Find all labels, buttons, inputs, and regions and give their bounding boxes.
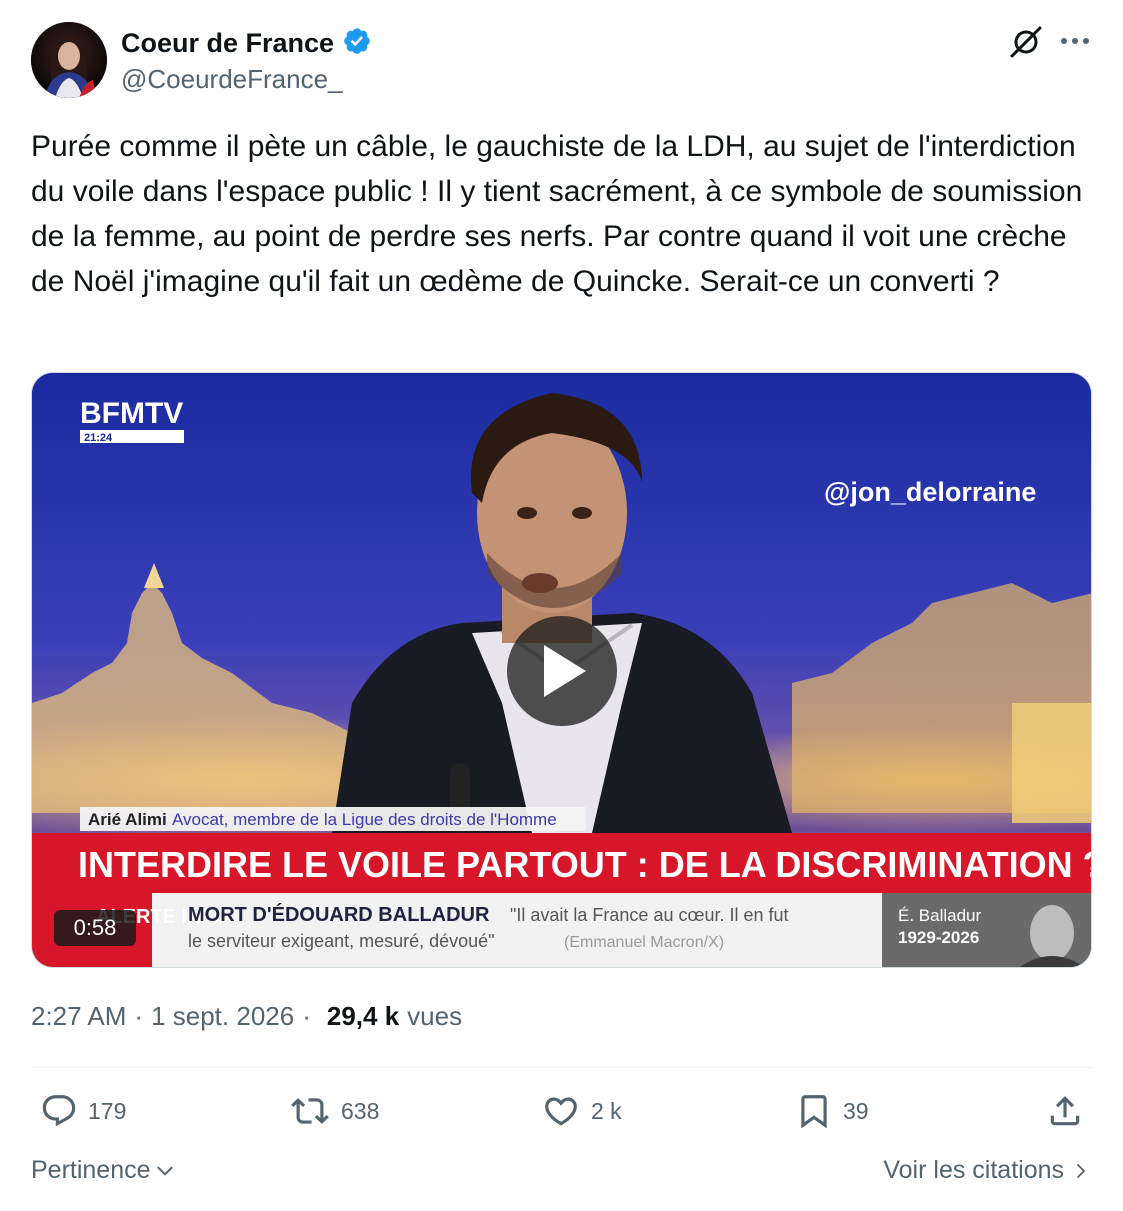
video-headline: INTERDIRE LE VOILE PARTOUT : DE LA DISCR… [78, 844, 1092, 885]
author-name[interactable]: Coeur de France [121, 28, 334, 59]
reply-count: 179 [88, 1097, 127, 1124]
bookmark-button[interactable]: 39 [795, 1092, 869, 1130]
author-handle[interactable]: @CoeurdeFrance_ [121, 64, 343, 95]
quotes-link-label: Voir les citations [883, 1156, 1064, 1184]
repost-count: 638 [341, 1097, 380, 1124]
heart-icon [545, 1097, 577, 1126]
ticker-quote-1: "Il avait la France au cœur. Il en fut [510, 905, 789, 925]
caption-name: Arié Alimi [88, 810, 167, 829]
bookmark-icon [801, 1095, 827, 1129]
ticker-quote-2: le serviteur exigeant, mesuré, dévoué" [188, 931, 495, 951]
views-count: 29,4 k [326, 1001, 400, 1031]
caption-role: Avocat, membre de la Ligue des droits de… [172, 810, 557, 829]
meta-separator: · [302, 1001, 311, 1031]
tweet-text: Purée comme il pète un câble, le gauchis… [31, 130, 1083, 298]
tweet-meta: 2:27 AM · 1 sept. 2026 · 29,4 k vues [31, 1001, 462, 1032]
ticker-title: MORT D'ÉDOUARD BALLADUR [188, 903, 490, 926]
chevron-down-icon [156, 1166, 173, 1175]
meta-separator: · [134, 1001, 144, 1031]
channel-time: 21:24 [84, 432, 113, 444]
more-options-icon[interactable] [1058, 28, 1092, 59]
ticker-source: (Emmanuel Macron/X) [564, 934, 724, 951]
chevron-right-icon [1077, 1163, 1085, 1178]
tweet-time[interactable]: 2:27 AM [31, 1001, 126, 1032]
video-watermark: @jon_delorraine [824, 477, 1036, 507]
video-player[interactable]: BFMTV 21:24 @jon_delorraine Arié Alimi A… [31, 372, 1092, 968]
sort-dropdown[interactable]: Pertinence [31, 1156, 175, 1185]
repost-button[interactable]: 638 [289, 1092, 379, 1130]
sort-label: Pertinence [31, 1156, 151, 1184]
reply-button[interactable]: 179 [40, 1092, 126, 1130]
video-duration: 0:58 [74, 915, 117, 940]
tweet-date[interactable]: 1 sept. 2026 [151, 1001, 294, 1032]
portrait-years: 1929-2026 [898, 928, 979, 947]
channel-logo: BFMTV [80, 397, 183, 430]
views-label: vues [407, 1001, 463, 1031]
reply-icon [42, 1095, 76, 1127]
author-name-row: Coeur de France [121, 26, 372, 61]
grok-icon[interactable] [1008, 24, 1044, 65]
view-quotes-link[interactable]: Voir les citations [883, 1156, 1090, 1185]
divider [31, 1067, 1092, 1068]
repost-icon [291, 1098, 329, 1124]
video-frame: BFMTV 21:24 @jon_delorraine Arié Alimi A… [32, 373, 1092, 967]
share-icon [1050, 1096, 1080, 1126]
like-count: 2 k [591, 1097, 622, 1124]
like-button[interactable]: 2 k [541, 1092, 622, 1130]
share-button[interactable] [1046, 1092, 1084, 1130]
bookmark-count: 39 [843, 1097, 869, 1124]
play-button-icon[interactable] [507, 616, 617, 726]
verified-badge-icon[interactable] [342, 26, 372, 61]
avatar[interactable] [31, 22, 107, 98]
portrait-name: É. Balladur [898, 906, 981, 925]
